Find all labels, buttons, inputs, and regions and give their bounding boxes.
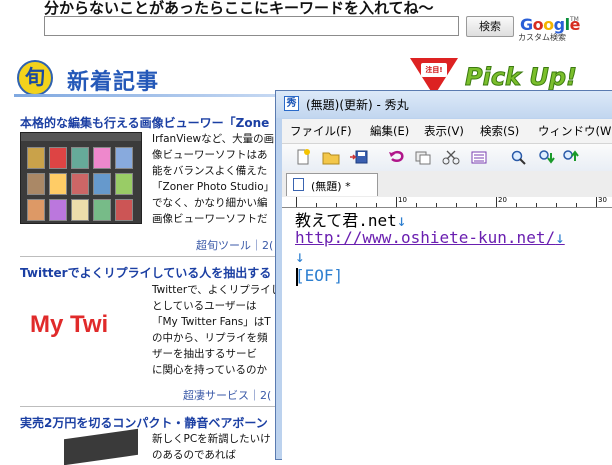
pickup-badge-label: 注目! [421, 63, 447, 77]
heading-underline [14, 94, 284, 97]
article-title[interactable]: Twitterでよくリプライしている人を抽出する [20, 264, 271, 281]
hidemaru-app-icon[interactable]: 秀 [284, 96, 299, 111]
copy-icon[interactable] [414, 149, 432, 165]
paste-icon[interactable] [470, 149, 488, 165]
menu-window[interactable]: ウィンドウ(W [538, 123, 611, 139]
article-summary: Twitterで、よくリプライし としているユーザーは 「My Twitter … [152, 284, 282, 376]
save-icon[interactable] [350, 149, 368, 165]
article-category-link[interactable]: 超凄サービス｜2( [183, 387, 271, 403]
search-next-icon[interactable] [562, 149, 580, 165]
search-input[interactable] [44, 16, 459, 36]
window-title: (無題)(更新) - 秀丸 [306, 98, 409, 112]
divider [20, 256, 278, 257]
menu-view[interactable]: 表示(V) [424, 123, 464, 139]
article-category-link[interactable]: 超旬ツール｜2( [196, 237, 273, 253]
text-line: ↓ [295, 247, 305, 266]
tab-label: (無題) * [311, 180, 351, 193]
undo-icon[interactable] [388, 149, 406, 165]
pickup-heading[interactable]: Pick Up! [465, 63, 578, 92]
text-caret [296, 268, 298, 286]
new-articles-heading: 新着記事 [67, 70, 160, 95]
open-folder-icon[interactable] [322, 149, 340, 165]
article-thumbnail[interactable] [20, 132, 142, 224]
shun-badge-icon: 旬 [17, 60, 53, 96]
ruler-label: 20 [498, 196, 507, 204]
document-icon [293, 178, 304, 191]
tab-bar: (無題) * [282, 171, 612, 198]
new-file-icon[interactable] [294, 149, 312, 165]
cut-icon[interactable] [442, 149, 460, 165]
article-thumbnail[interactable] [20, 428, 142, 465]
article-summary: IrfanViewなど、大量の画 像ビューワーソフトはあ 能をバランスよく備えた… [152, 133, 275, 225]
thumbnail-logo-text: My Twi [30, 311, 109, 338]
text-editing-area[interactable]: 教えて君.net↓ http://www.oshiete-kun.net/↓ ↓… [282, 208, 612, 463]
ruler-label: 30 [598, 196, 607, 204]
tab-untitled[interactable]: (無題) * [286, 173, 378, 196]
editor-window[interactable]: 秀 (無題)(更新) - 秀丸 ファイル(F) 編集(E) 表示(V) 検索(S… [275, 90, 612, 463]
menu-edit[interactable]: 編集(E) [370, 123, 409, 139]
url-link[interactable]: http://www.oshiete-kun.net/↓ [295, 228, 565, 247]
editor-titlebar[interactable]: 秀 (無題)(更新) - 秀丸 [276, 91, 612, 118]
menu-bar: ファイル(F) 編集(E) 表示(V) 検索(S) ウィンドウ(W [282, 119, 612, 143]
eof-marker: [EOF] [295, 266, 344, 285]
menu-search[interactable]: 検索(S) [480, 123, 519, 139]
menu-file[interactable]: ファイル(F) [290, 123, 352, 139]
google-tm-mark: TM [570, 16, 579, 23]
article-title[interactable]: 実売2万円を切るコンパクト・静音ベアボーン [20, 414, 268, 431]
search-button[interactable]: 検索 [466, 16, 514, 37]
divider [20, 406, 278, 407]
google-custom-search-label: カスタム検索 [518, 33, 566, 42]
ruler-label: 10 [398, 196, 407, 204]
toolbar [282, 143, 612, 171]
article-summary: 新しくPCを新調したいけ のあるのであれば [152, 433, 271, 461]
search-icon[interactable] [510, 149, 528, 165]
search-down-icon[interactable] [538, 149, 556, 165]
article-title[interactable]: 本格的な編集も行える画像ビューワー「Zone [20, 114, 269, 131]
